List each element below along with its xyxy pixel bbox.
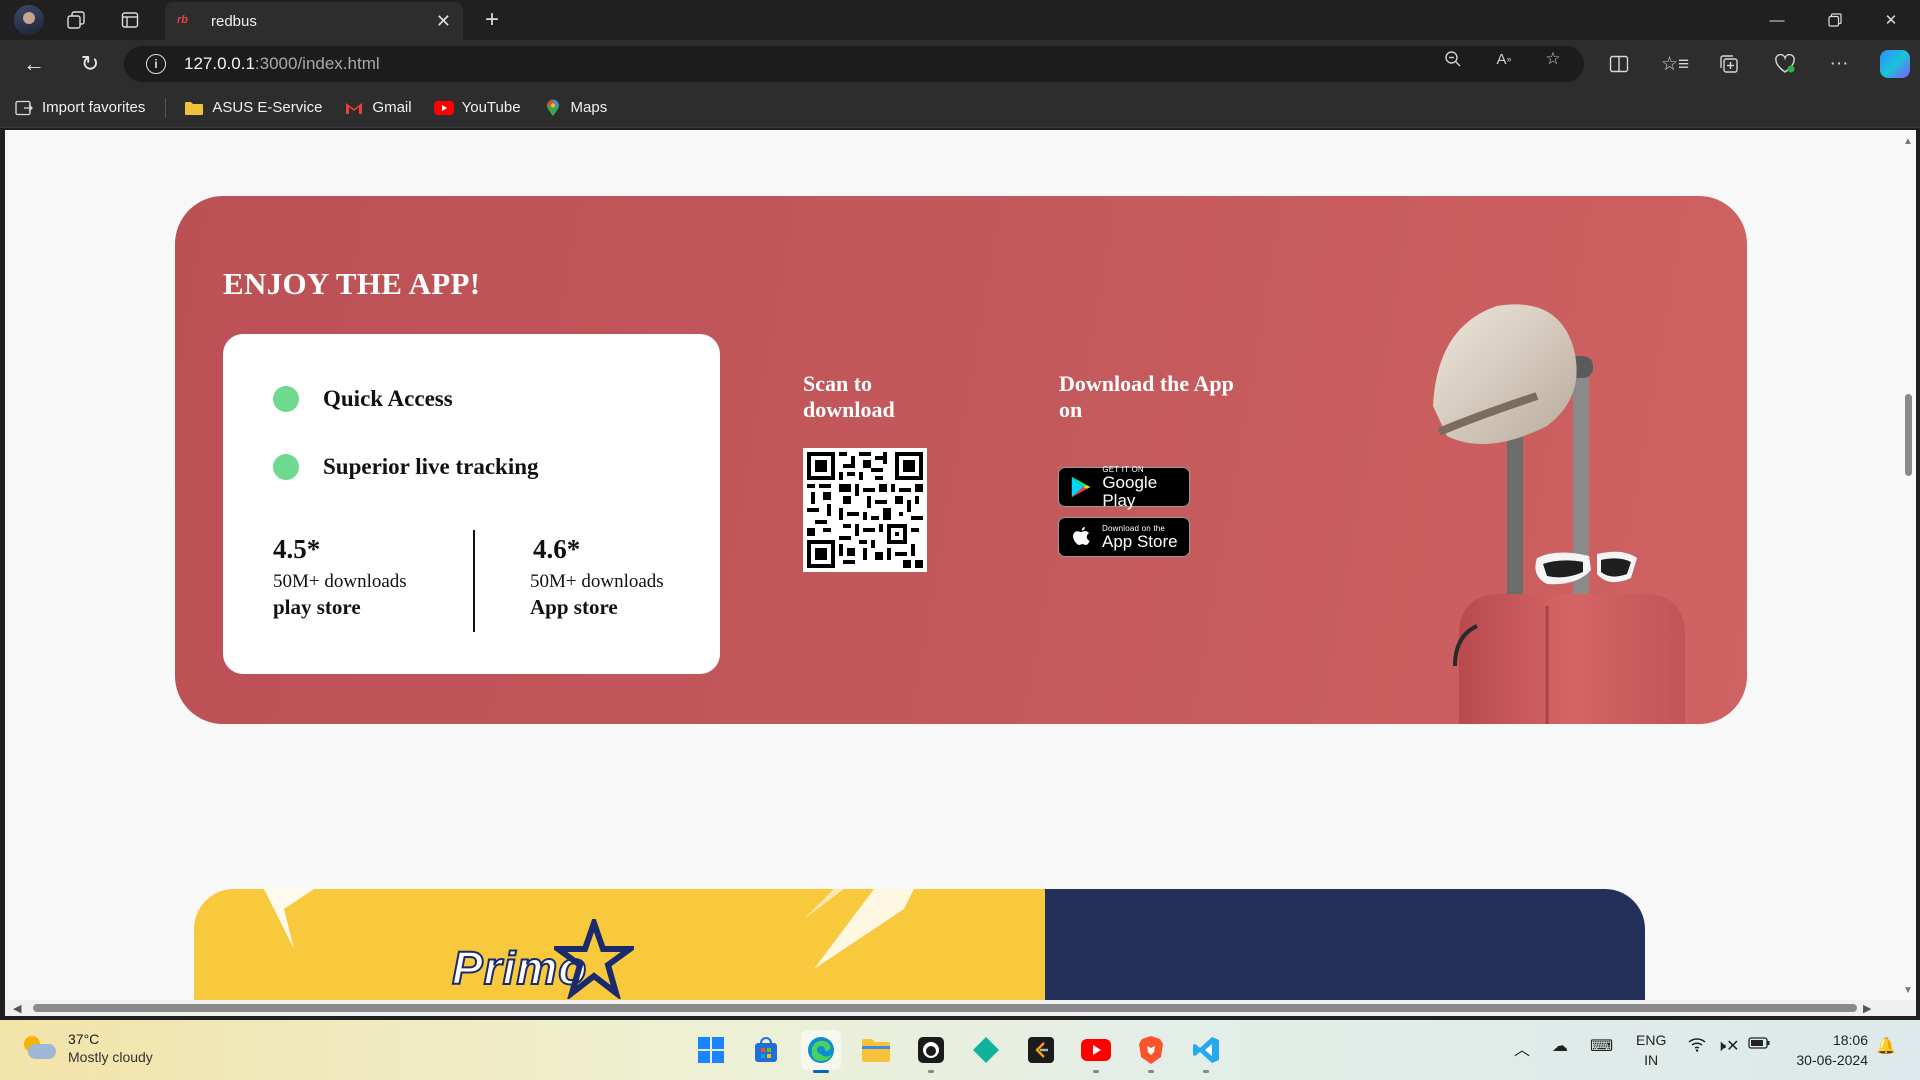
favorite-asus[interactable]: ASUS E-Service	[184, 99, 322, 117]
edge-icon[interactable]	[801, 1030, 841, 1073]
brave-icon[interactable]	[1131, 1030, 1171, 1073]
notification-bell-icon[interactable]: 🔔	[1876, 1036, 1896, 1056]
battery-icon[interactable]	[1748, 1036, 1770, 1055]
feature-item: Quick Access	[273, 386, 453, 412]
google-play-icon	[1071, 476, 1091, 498]
refresh-icon[interactable]: ↻	[72, 48, 108, 80]
favorites-divider	[165, 97, 167, 118]
vertical-scroll-thumb[interactable]	[1905, 394, 1912, 476]
collections-icon[interactable]	[1716, 51, 1742, 77]
leetcode-icon[interactable]	[1021, 1030, 1061, 1070]
scroll-left-icon[interactable]: ◀	[13, 1002, 21, 1015]
diamond-app-icon[interactable]	[966, 1030, 1006, 1070]
scan-to-download-label: Scan to download	[803, 371, 895, 422]
show-hidden-icons-icon[interactable]: ︿	[1514, 1036, 1530, 1060]
github-desktop-icon[interactable]	[911, 1030, 951, 1073]
browser-tab[interactable]: rb redbus ✕	[165, 2, 463, 40]
address-bar-row: ← ↻ i 127.0.0.1:3000/index.html A» ☆ ☆≡ …	[0, 40, 1920, 88]
onedrive-icon[interactable]: ☁	[1552, 1036, 1568, 1056]
close-window-icon[interactable]: ✕	[1862, 0, 1920, 40]
maps-icon	[543, 99, 563, 117]
luggage-hat-illustration	[1433, 304, 1685, 724]
favorite-youtube[interactable]: YouTube	[433, 99, 521, 117]
apple-icon	[1073, 527, 1090, 545]
weather-cloudy-icon	[22, 1036, 56, 1060]
favorites-bar: Import favorites ASUS E-Service Gmail Yo…	[0, 88, 1920, 128]
back-icon[interactable]: ←	[16, 48, 52, 80]
redbus-favicon-icon: rb	[177, 14, 188, 26]
bullet-dot-icon	[273, 386, 299, 412]
download-app-label: Download the App on	[1059, 371, 1234, 422]
google-play-badge[interactable]: GET IT ON Google Play	[1058, 465, 1190, 509]
gmail-icon	[344, 99, 364, 117]
scroll-right-icon[interactable]: ▶	[1863, 1002, 1871, 1015]
favorite-gmail[interactable]: Gmail	[344, 99, 412, 117]
horizontal-scrollbar[interactable]: ◀ ▶	[5, 1000, 1916, 1016]
language-indicator[interactable]: ENG IN	[1636, 1030, 1666, 1070]
bullet-dot-icon	[273, 454, 299, 480]
windows-taskbar: 37°C Mostly cloudy ︿ ☁ ⌨ ENG IN 🕨✕ 18:06…	[0, 1020, 1920, 1080]
keyboard-icon[interactable]: ⌨	[1590, 1036, 1613, 1056]
file-explorer-icon[interactable]	[856, 1030, 896, 1070]
appstore-rating: 4.6* 50M+ downloads App store	[530, 534, 664, 619]
app-banner-heading: ENJOY THE APP!	[223, 266, 481, 301]
workspaces-icon[interactable]	[60, 4, 92, 36]
feature-item: Superior live tracking	[273, 454, 539, 480]
copilot-icon[interactable]	[1880, 50, 1910, 78]
page-viewport: ENJOY THE APP! Quick Access Superior liv…	[5, 130, 1916, 1016]
favorites-icon[interactable]: ☆≡	[1661, 51, 1689, 77]
import-icon	[14, 99, 34, 117]
app-features-card: Quick Access Superior live tracking 4.5*…	[223, 334, 720, 674]
store-icon[interactable]	[746, 1030, 786, 1070]
vertical-tabs-icon[interactable]	[114, 4, 146, 36]
browser-essentials-icon[interactable]	[1772, 51, 1798, 77]
favorite-import[interactable]: Import favorites	[14, 99, 145, 117]
youtube-icon	[433, 99, 454, 117]
rating-divider	[473, 530, 475, 632]
minimize-icon[interactable]: —	[1748, 0, 1806, 40]
qr-code	[803, 448, 927, 572]
site-info-icon[interactable]: i	[146, 54, 166, 74]
scroll-down-icon[interactable]: ▼	[1903, 985, 1913, 996]
app-download-banner: ENJOY THE APP! Quick Access Superior liv…	[175, 196, 1747, 724]
navy-banner	[1045, 889, 1645, 1009]
start-icon[interactable]	[691, 1030, 731, 1070]
wifi-icon[interactable]	[1688, 1036, 1706, 1057]
address-bar[interactable]: i 127.0.0.1:3000/index.html	[124, 46, 1584, 82]
restore-icon[interactable]	[1806, 0, 1864, 40]
primo-banner: Primo	[194, 889, 1045, 1009]
favorite-star-icon[interactable]: ☆	[1542, 48, 1564, 70]
url-text[interactable]: 127.0.0.1:3000/index.html	[184, 54, 380, 74]
vertical-scrollbar[interactable]: ▲ ▼	[1900, 130, 1916, 1000]
volume-muted-icon[interactable]: 🕨✕	[1716, 1036, 1740, 1056]
youtube-app-icon[interactable]	[1076, 1030, 1116, 1073]
lightning-icon	[804, 889, 914, 969]
lightning-icon	[264, 889, 314, 949]
playstore-rating: 4.5* 50M+ downloads play store	[273, 534, 407, 619]
tab-title: redbus	[211, 12, 257, 30]
vscode-icon[interactable]	[1186, 1030, 1226, 1073]
read-aloud-icon[interactable]: A»	[1493, 48, 1515, 70]
split-screen-icon[interactable]	[1606, 51, 1632, 77]
horizontal-scroll-thumb[interactable]	[33, 1004, 1857, 1012]
weather-widget[interactable]: 37°C Mostly cloudy	[22, 1030, 153, 1066]
favorite-maps[interactable]: Maps	[543, 99, 607, 117]
system-clock[interactable]: 18:06 30-06-2024	[1788, 1030, 1868, 1070]
folder-icon	[184, 99, 204, 117]
zoom-out-icon[interactable]	[1442, 48, 1464, 70]
new-tab-icon[interactable]: +	[476, 4, 508, 36]
more-options-icon[interactable]: ···	[1826, 51, 1852, 77]
app-store-badge[interactable]: Download on the App Store	[1058, 517, 1190, 557]
star-icon	[554, 919, 634, 999]
tab-close-icon[interactable]: ✕	[436, 11, 451, 32]
browser-title-bar: rb redbus ✕ + — ✕	[0, 0, 1920, 40]
profile-avatar[interactable]	[14, 5, 44, 35]
scroll-up-icon[interactable]: ▲	[1903, 136, 1913, 147]
